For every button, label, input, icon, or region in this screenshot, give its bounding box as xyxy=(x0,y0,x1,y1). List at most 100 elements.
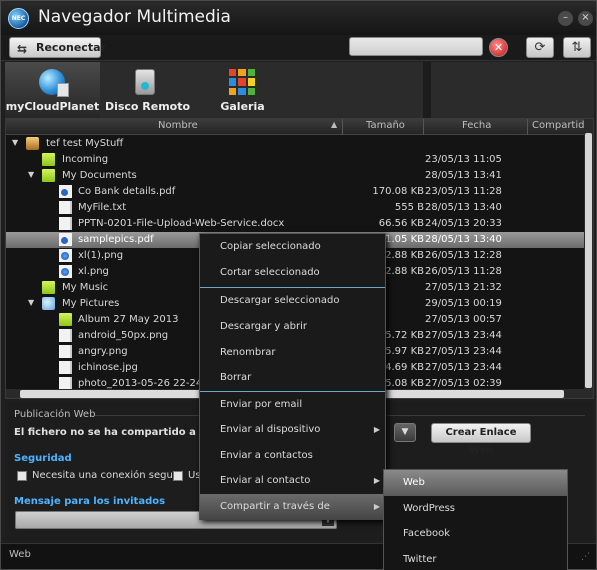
divider xyxy=(342,119,343,135)
pictures-folder-icon xyxy=(42,297,55,310)
menu-item-label: Compartir a través de xyxy=(220,501,330,512)
file-date: 27/05/13 23:44 xyxy=(425,362,502,373)
resize-grip-icon[interactable]: ⋰ xyxy=(581,552,590,562)
folder-icon xyxy=(42,169,55,182)
section-title: Publicación Web xyxy=(14,409,96,420)
file-date: 27/05/13 21:32 xyxy=(425,282,502,293)
column-header: Nombre ▲ Tamaño Fecha Compartido xyxy=(6,119,593,135)
scrollbar-thumb[interactable] xyxy=(585,133,592,388)
menu-item-cut[interactable]: Cortar seleccionado xyxy=(200,260,385,286)
submenu-item-web[interactable]: Web xyxy=(384,470,567,496)
file-size: 5.08 KB xyxy=(385,378,424,389)
menu-item-label: Enviar al dispositivo xyxy=(220,424,321,435)
file-date: 27/05/13 02:39 xyxy=(425,378,502,389)
menu-item-email[interactable]: Enviar por email xyxy=(200,392,385,418)
cloud-globe-icon xyxy=(39,69,69,97)
file-name: Album 27 May 2013 xyxy=(78,314,179,325)
status-text: Web xyxy=(9,549,31,560)
gallery-icon xyxy=(229,69,255,95)
file-date: 26/05/13 12:28 xyxy=(425,250,502,261)
file-name: tef test MyStuff xyxy=(46,138,124,149)
file-size: 5.72 KB xyxy=(385,330,424,341)
table-row[interactable]: Incoming 23/05/13 11:05 xyxy=(6,152,586,168)
menu-item-download[interactable]: Descargar seleccionado xyxy=(200,288,385,314)
file-date: 27/05/13 23:44 xyxy=(425,330,502,341)
reconnect-icon: ⇆ xyxy=(17,42,28,56)
file-date: 27/05/13 23:44 xyxy=(425,346,502,357)
context-menu: Copiar seleccionado Cortar seleccionado … xyxy=(199,233,386,520)
menu-item-download-open[interactable]: Descargar y abrir xyxy=(200,314,385,340)
second-option-checkbox[interactable] xyxy=(173,471,183,481)
file-size: 2.88 KB xyxy=(385,266,424,277)
file-name: MyFile.txt xyxy=(78,202,127,213)
tab-disco-remoto[interactable]: Disco Remoto xyxy=(100,62,195,118)
secure-connection-checkbox[interactable] xyxy=(17,471,27,481)
text-file-icon xyxy=(59,201,72,214)
menu-item-delete[interactable]: Borrar xyxy=(200,365,385,391)
table-row[interactable]: MyFile.txt 555 B 28/05/13 13:40 xyxy=(6,200,586,216)
chevron-right-icon: ▶ xyxy=(373,476,380,485)
menu-item-send-contact[interactable]: Enviar al contacto ▶ xyxy=(200,468,385,494)
table-row[interactable]: Co Bank details.pdf 170.08 KB 23/05/13 1… xyxy=(6,184,586,200)
file-name: My Music xyxy=(62,282,109,293)
divider xyxy=(423,119,424,135)
reconnect-button[interactable]: ⇆ Reconectar xyxy=(9,37,106,58)
file-size: 5.97 KB xyxy=(385,346,424,357)
column-name[interactable]: Nombre xyxy=(158,120,198,131)
chevron-down-icon[interactable]: ▼ xyxy=(394,423,416,442)
column-date[interactable]: Fecha xyxy=(462,120,491,131)
file-size: 66.56 KB xyxy=(378,218,424,229)
file-name: My Pictures xyxy=(62,298,120,309)
submenu-item-facebook[interactable]: Facebook xyxy=(384,521,567,547)
collapse-icon[interactable]: ▼ xyxy=(28,170,34,179)
sync-icon[interactable]: ⟳ xyxy=(526,37,554,58)
create-web-link-button[interactable]: Crear Enlace Web xyxy=(431,423,531,456)
chevron-right-icon: ▶ xyxy=(373,502,380,511)
document-file-icon xyxy=(59,217,72,230)
column-size[interactable]: Tamaño xyxy=(366,120,405,131)
file-name: ichinose.jpg xyxy=(78,362,138,373)
vertical-scrollbar[interactable] xyxy=(584,119,593,398)
app-logo-icon: NEC xyxy=(8,8,29,29)
source-tabs: myCloudPlanet Disco Remoto Galeria xyxy=(5,62,594,118)
menu-item-share-via[interactable]: Compartir a través de ▶ xyxy=(200,494,385,520)
file-size: 555 B xyxy=(394,202,424,213)
file-size: 170.08 KB xyxy=(372,186,424,197)
collapse-icon[interactable]: ▼ xyxy=(28,298,34,307)
file-date: 27/05/13 00:57 xyxy=(425,314,502,325)
collapse-icon[interactable]: ▼ xyxy=(12,138,18,147)
file-date: 28/05/13 13:40 xyxy=(425,234,502,245)
file-name: photo_2013-05-26 22-24-00 xyxy=(78,378,219,389)
folder-icon xyxy=(59,313,72,326)
menu-item-send-device[interactable]: Enviar al dispositivo ▶ xyxy=(200,417,385,443)
tab-label: Galeria xyxy=(220,100,265,113)
file-date: 23/05/13 11:05 xyxy=(425,154,502,165)
swap-icon[interactable]: ⇅ xyxy=(563,37,591,58)
tab-mycloudplanet[interactable]: myCloudPlanet xyxy=(5,62,100,118)
file-size: 4.69 KB xyxy=(385,362,424,373)
menu-item-send-contacts[interactable]: Enviar a contactos xyxy=(200,443,385,469)
table-row[interactable]: PPTN-0201-File-Upload-Web-Service.docx 6… xyxy=(6,216,586,232)
minimize-icon[interactable]: – xyxy=(558,11,573,26)
file-date: 26/05/13 11:28 xyxy=(425,266,502,277)
menu-item-rename[interactable]: Renombrar xyxy=(200,340,385,366)
remote-drive-icon xyxy=(135,69,155,95)
toolbar: ⇆ Reconectar ✕ ⟳ ⇅ xyxy=(1,35,596,61)
image-file-icon xyxy=(59,329,72,342)
pdf-file-icon xyxy=(59,185,72,198)
file-name: My Documents xyxy=(62,170,137,181)
table-row[interactable]: ▼ tef test MyStuff xyxy=(6,136,586,152)
file-name: xl.png xyxy=(78,266,109,277)
submenu-item-twitter[interactable]: Twitter xyxy=(384,547,567,570)
tab-galeria[interactable]: Galeria xyxy=(195,62,290,118)
column-shared[interactable]: Compartido xyxy=(532,120,591,131)
close-icon[interactable]: × xyxy=(578,11,593,26)
chevron-right-icon: ▶ xyxy=(373,425,380,434)
menu-item-copy[interactable]: Copiar seleccionado xyxy=(200,234,385,260)
file-name: android_50px.png xyxy=(78,330,169,341)
search-input[interactable] xyxy=(349,37,483,56)
clear-icon[interactable]: ✕ xyxy=(489,38,508,57)
secure-connection-label: Necesita una conexión segura xyxy=(32,470,184,481)
table-row[interactable]: ▼ My Documents 28/05/13 13:41 xyxy=(6,168,586,184)
submenu-item-wordpress[interactable]: WordPress xyxy=(384,496,567,522)
